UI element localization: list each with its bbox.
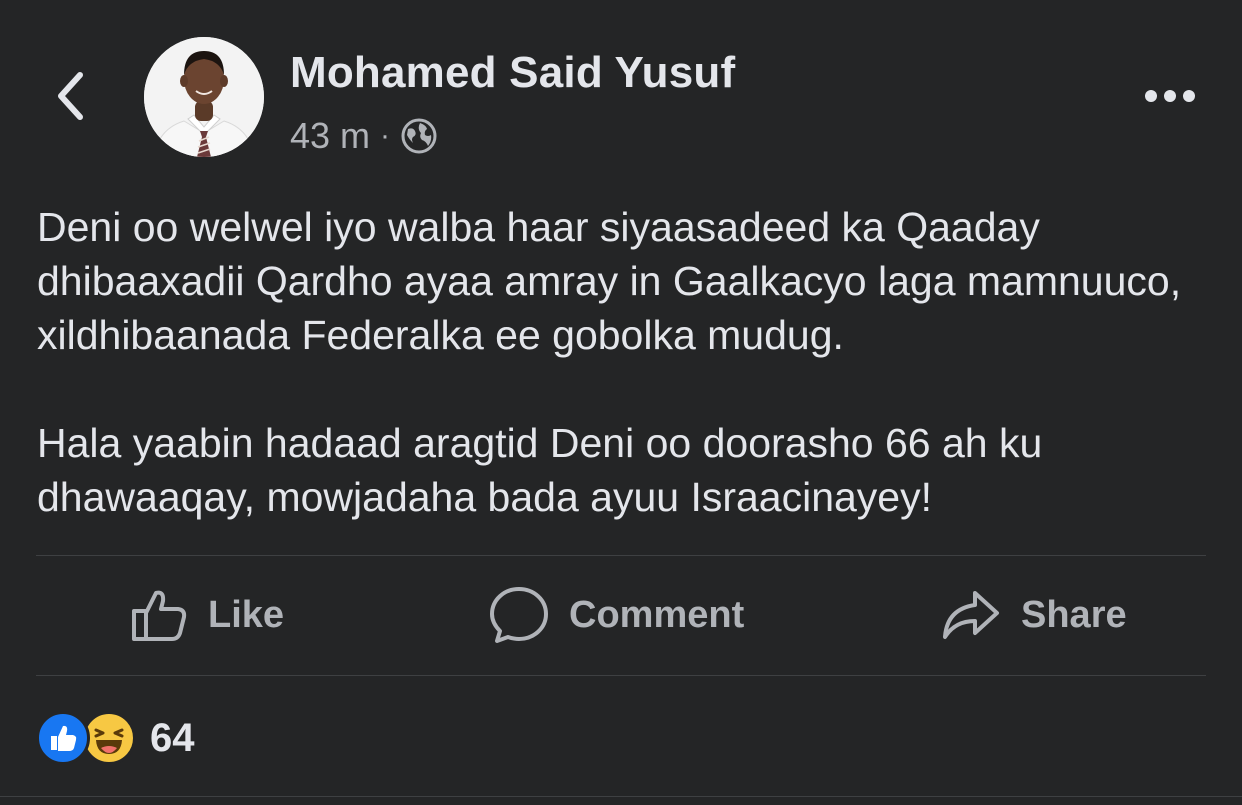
avatar-photo: [144, 37, 264, 157]
reaction-count: 64: [150, 715, 195, 760]
comment-bubble-icon: [490, 587, 548, 643]
bottom-divider: [0, 796, 1242, 797]
more-options-button[interactable]: [1138, 76, 1202, 116]
avatar[interactable]: [144, 37, 264, 157]
timestamp[interactable]: 43 m: [290, 115, 370, 157]
share-label: Share: [1021, 593, 1127, 636]
divider: [36, 675, 1206, 676]
thumbs-up-icon: [132, 590, 187, 641]
more-horizontal-icon: [1145, 90, 1195, 102]
share-button[interactable]: Share: [941, 556, 1127, 674]
comment-button[interactable]: Comment: [489, 556, 744, 674]
author-name[interactable]: Mohamed Said Yusuf: [290, 48, 735, 98]
reaction-summary[interactable]: 64: [36, 708, 195, 768]
globe-icon[interactable]: [400, 117, 438, 155]
action-bar: Like Comment Share: [36, 556, 1206, 674]
post-paragraph: Hala yaabin hadaad aragtid Deni oo doora…: [37, 420, 1043, 520]
post-screen: Mohamed Said Yusuf 43 m · Deni oo welwel…: [0, 0, 1242, 805]
meta-separator: ·: [380, 119, 391, 152]
haha-reaction-icon: [82, 711, 136, 765]
like-button[interactable]: Like: [130, 556, 284, 674]
chevron-left-icon: [58, 72, 83, 120]
share-arrow-icon: [943, 591, 999, 639]
back-button[interactable]: [46, 66, 94, 126]
like-reaction-icon: [36, 711, 90, 765]
comment-label: Comment: [569, 593, 745, 636]
post-meta: 43 m ·: [290, 114, 438, 158]
post-paragraph: Deni oo welwel iyo walba haar siyaasadee…: [37, 204, 1182, 358]
like-label: Like: [208, 593, 285, 636]
post-text: Deni oo welwel iyo walba haar siyaasadee…: [37, 200, 1217, 524]
